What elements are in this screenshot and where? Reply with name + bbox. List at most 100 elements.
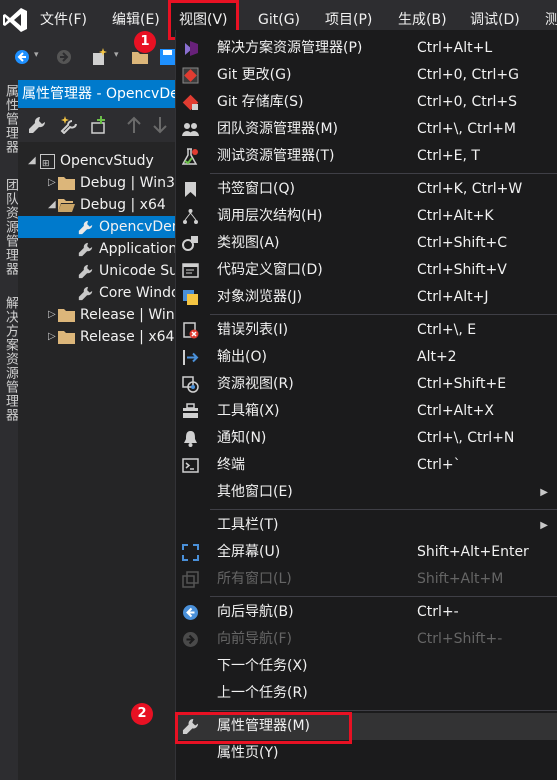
menu-item-solution-explorer[interactable]: 解决方案资源管理器(P) Ctrl+Alt+L xyxy=(176,35,557,62)
tree-label: Debug | Win32 xyxy=(80,175,175,191)
menu-item-navigate-back[interactable]: 向后导航(B) Ctrl+- xyxy=(176,599,557,626)
tree-item-property-sheet[interactable]: Core Windows Libraries xyxy=(18,282,175,304)
menu-item-label: 工具箱(X) xyxy=(217,403,280,419)
move-down-icon[interactable] xyxy=(152,116,168,134)
wrench-icon xyxy=(78,286,93,301)
save-icon[interactable] xyxy=(160,49,175,65)
class-view-icon xyxy=(182,236,198,251)
new-item-dropdown-icon[interactable]: ▾ xyxy=(114,50,119,60)
menu-item-label: 输出(O) xyxy=(217,349,267,365)
move-up-icon[interactable] xyxy=(126,116,142,134)
tree-label: Release | Win32 xyxy=(80,307,175,323)
menu-item-object-browser[interactable]: 对象浏览器(J) Ctrl+Alt+J xyxy=(176,284,557,311)
menu-item-shortcut: Ctrl+Alt+J xyxy=(417,289,489,305)
tree-item-config[interactable]: ▷ Debug | Win32 xyxy=(18,172,175,194)
menu-item-test-explorer[interactable]: 测试资源管理器(T) Ctrl+E, T xyxy=(176,143,557,170)
expand-icon[interactable]: ▷ xyxy=(48,304,58,326)
call-hierarchy-icon xyxy=(183,209,198,224)
bookmark-icon xyxy=(185,182,196,197)
menu-item-shortcut: Alt+2 xyxy=(417,349,457,365)
menu-item-shortcut: Ctrl+K, Ctrl+W xyxy=(417,181,523,197)
menu-item-label: 资源视图(R) xyxy=(217,376,294,392)
add-property-sheet-icon[interactable] xyxy=(60,116,78,134)
menu-item-label: 书签窗口(Q) xyxy=(217,181,295,197)
menu-item-error-list[interactable]: 错误列表(I) Ctrl+\, E xyxy=(176,317,557,344)
menu-item-label: 终端 xyxy=(217,457,245,473)
menu-item-shortcut: Ctrl+E, T xyxy=(417,148,480,164)
code-definition-icon xyxy=(182,263,199,278)
panel-toolbar xyxy=(18,108,175,142)
tree-label: Core Windows Libraries xyxy=(99,285,175,301)
menu-item-label: 通知(N) xyxy=(217,430,267,446)
menu-item-shortcut: Shift+Alt+M xyxy=(417,571,504,587)
tree-item-property-sheet[interactable]: Application xyxy=(18,238,175,260)
tree-item-property-sheet[interactable]: OpencvDemo xyxy=(18,216,175,238)
menu-item-call-hierarchy[interactable]: 调用层次结构(H) Ctrl+Alt+K xyxy=(176,203,557,230)
menu-item-team-explorer[interactable]: 团队资源管理器(M) Ctrl+\, Ctrl+M xyxy=(176,116,557,143)
tree-item-project[interactable]: ◢ ⊞ OpencvStudy xyxy=(18,150,175,172)
tree-label: OpencvDemo xyxy=(99,219,175,235)
menu-item-shortcut: Ctrl+- xyxy=(417,604,459,620)
test-explorer-icon xyxy=(182,148,198,165)
menu-file[interactable]: 文件(F) xyxy=(40,0,87,40)
menu-item-git-changes[interactable]: Git 更改(G) Ctrl+0, Ctrl+G xyxy=(176,62,557,89)
menu-item-previous-task[interactable]: 上一个任务(R) xyxy=(176,680,557,707)
folder-icon xyxy=(58,309,75,322)
menu-item-other-windows[interactable]: 其他窗口(E) ▶ xyxy=(176,479,557,506)
tree-item-config[interactable]: ▷ Release | Win32 xyxy=(18,304,175,326)
menu-item-code-definition[interactable]: 代码定义窗口(D) Ctrl+Shift+V xyxy=(176,257,557,284)
menu-item-git-repository[interactable]: Git 存储库(S) Ctrl+0, Ctrl+S xyxy=(176,89,557,116)
wrench-icon xyxy=(78,264,93,279)
menu-item-full-screen[interactable]: 全屏幕(U) Shift+Alt+Enter xyxy=(176,539,557,566)
wrench-icon[interactable] xyxy=(28,116,46,134)
tree-item-property-sheet[interactable]: Unicode Support xyxy=(18,260,175,282)
navigate-forward-icon xyxy=(183,632,198,647)
new-item-icon[interactable] xyxy=(90,48,108,66)
menu-item-shortcut: Ctrl+\, Ctrl+M xyxy=(417,121,516,137)
tree-item-config[interactable]: ▷ Release | x64 xyxy=(18,326,175,348)
menu-item-shortcut: Ctrl+0, Ctrl+S xyxy=(417,94,517,110)
menu-item-label: 团队资源管理器(M) xyxy=(217,121,339,137)
menu-item-property-pages[interactable]: 属性页(Y) xyxy=(176,740,557,767)
all-windows-icon xyxy=(182,571,199,588)
menu-separator xyxy=(210,509,557,510)
expand-icon[interactable]: ▷ xyxy=(48,172,58,194)
bell-icon xyxy=(184,431,197,447)
add-existing-sheet-icon[interactable] xyxy=(90,116,108,134)
menu-item-shortcut: Ctrl+` xyxy=(417,457,461,473)
menu-item-terminal[interactable]: 终端 Ctrl+` xyxy=(176,452,557,479)
menu-item-label: 下一个任务(X) xyxy=(217,658,308,674)
team-explorer-icon xyxy=(182,123,199,136)
menu-item-label: 向前导航(F) xyxy=(217,631,292,647)
menu-item-toolbox[interactable]: 工具箱(X) Ctrl+Alt+X xyxy=(176,398,557,425)
view-menu-dropdown: 解决方案资源管理器(P) Ctrl+Alt+L Git 更改(G) Ctrl+0… xyxy=(175,30,557,780)
collapse-icon[interactable]: ◢ xyxy=(48,194,58,216)
menu-item-toolbars[interactable]: 工具栏(T) ▶ xyxy=(176,512,557,539)
menu-item-output[interactable]: 输出(O) Alt+2 xyxy=(176,344,557,371)
menu-item-bookmarks[interactable]: 书签窗口(Q) Ctrl+K, Ctrl+W xyxy=(176,176,557,203)
menu-item-shortcut: Ctrl+Shift+E xyxy=(417,376,507,392)
menu-item-shortcut: Ctrl+Alt+L xyxy=(417,40,493,56)
tree-label: Debug | x64 xyxy=(80,197,166,213)
tree-item-config[interactable]: ◢ Debug | x64 xyxy=(18,194,175,216)
back-dropdown-icon[interactable]: ▾ xyxy=(34,50,39,60)
back-icon[interactable] xyxy=(14,49,30,65)
folder-icon xyxy=(58,177,75,190)
collapse-icon[interactable]: ◢ xyxy=(28,150,38,172)
menu-item-resource-view[interactable]: 资源视图(R) Ctrl+Shift+E xyxy=(176,371,557,398)
fullscreen-icon xyxy=(182,544,199,561)
tree-label: Release | x64 xyxy=(80,329,175,345)
menu-item-shortcut: Ctrl+\, E xyxy=(417,322,477,338)
menu-item-label: 代码定义窗口(D) xyxy=(217,262,323,278)
expand-icon[interactable]: ▷ xyxy=(48,326,58,348)
menu-item-next-task[interactable]: 下一个任务(X) xyxy=(176,653,557,680)
git-repository-icon xyxy=(182,94,199,111)
menu-item-label: 其他窗口(E) xyxy=(217,484,293,500)
menu-item-notifications[interactable]: 通知(N) Ctrl+\, Ctrl+N xyxy=(176,425,557,452)
menu-item-class-view[interactable]: 类视图(A) Ctrl+Shift+C xyxy=(176,230,557,257)
forward-icon[interactable] xyxy=(56,49,72,65)
menu-item-label: 所有窗口(L) xyxy=(217,571,292,587)
menu-separator xyxy=(210,173,557,174)
output-icon xyxy=(183,350,199,365)
menu-item-shortcut: Ctrl+Shift+C xyxy=(417,235,507,251)
